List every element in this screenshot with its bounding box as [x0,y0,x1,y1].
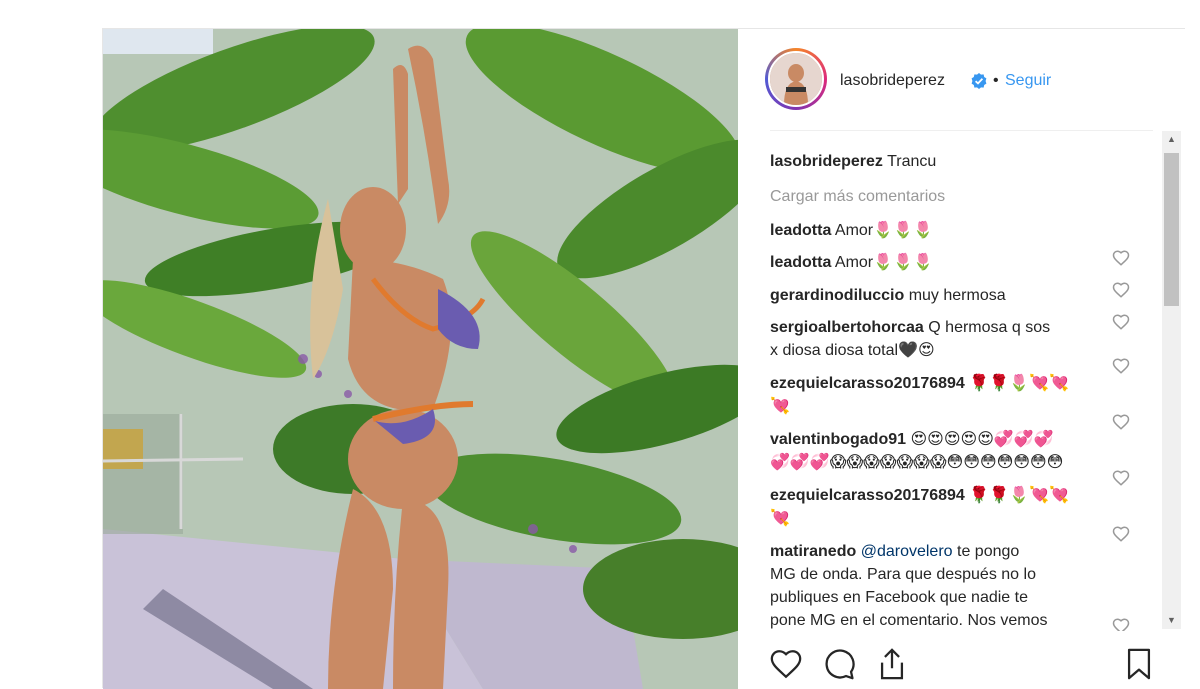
comment-text: 😍😍😍😍😍💞💞💞 [910,431,1054,448]
comment-username[interactable]: gerardinodiluccio [770,287,904,304]
comment-text-line: 💞💞💞😱😱😱😱😱😱😱😳😳😳😳😳😳😳 [770,454,1064,471]
post-author-username[interactable]: lasobrideperez [840,72,945,90]
comment-text: 🌹🌹🌷💘💘 [969,487,1069,504]
post-image [103,29,738,689]
comment-item: leadotta Amor🌷🌷🌷 [770,251,1115,274]
comment-icon[interactable] [822,647,856,681]
verified-badge-icon [971,73,987,89]
post-photo[interactable] [103,29,738,689]
scrollbar-thumb[interactable] [1164,153,1179,306]
comment-text: Q hermosa q sos [928,319,1051,336]
scroll-down-arrow-icon[interactable]: ▼ [1162,612,1181,629]
bookmark-icon[interactable] [1122,647,1156,681]
comment-mention[interactable]: @darovelero [861,543,953,560]
comment-username[interactable]: valentinbogado91 [770,431,906,448]
comment-text-line: MG de onda. Para que después no lo [770,566,1036,583]
comment-text: muy hermosa [908,287,1006,304]
load-more-comments-button[interactable]: Cargar más comentarios [770,188,945,206]
comment-item: matiranedo @darovelero te pongo MG de on… [770,540,1115,631]
comment-username[interactable]: sergioalbertohorcaa [770,319,924,336]
comment-text: te pongo [957,543,1020,560]
avatar-image [770,53,822,105]
caption-text: Trancu [887,153,937,170]
comment-text-line: 💘 [770,398,790,415]
comment-text-line: x diosa diosa total🖤😍 [770,342,935,359]
like-icon[interactable] [769,647,803,681]
comment-text-line: 💘 [770,510,790,527]
comment-username[interactable]: matiranedo [770,543,856,560]
heart-icon[interactable] [1112,617,1130,631]
comment-username[interactable]: ezequielcarasso20176894 [770,487,965,504]
story-ring[interactable] [765,48,827,110]
comment-text: Amor🌷🌷🌷 [834,222,933,239]
comment-text: 🌹🌹🌷💘💘 [969,375,1069,392]
comment-item: ezequielcarasso20176894 🌹🌹🌷💘💘 💘 [770,372,1115,418]
separator-dot: • [993,72,999,89]
comment-username[interactable]: leadotta [770,222,831,239]
post-sidebar: lasobrideperez • Seguir lasobrideperez T… [738,29,1186,689]
share-icon[interactable] [875,647,909,681]
post-header: lasobrideperez • Seguir [738,29,1186,129]
caption-username[interactable]: lasobrideperez [770,153,883,170]
caption: lasobrideperez Trancu [770,150,1115,173]
comment-item: leadotta Amor🌷🌷🌷 [770,219,1115,242]
comment-text: Amor🌷🌷🌷 [834,254,933,271]
comments-list: lasobrideperez Trancu Cargar más comenta… [770,131,1153,631]
comment-username[interactable]: leadotta [770,254,831,271]
comment-item: gerardinodiluccio muy hermosa [770,284,1115,307]
comment-text-line: publiques en Facebook que nadie te [770,589,1028,606]
comment-item: valentinbogado91 😍😍😍😍😍💞💞💞 💞💞💞😱😱😱😱😱😱😱😳😳😳😳… [770,428,1115,474]
comment-username[interactable]: ezequielcarasso20176894 [770,375,965,392]
comments-scrollbar[interactable]: ▲ ▼ [1162,131,1181,629]
instagram-post: lasobrideperez • Seguir lasobrideperez T… [102,28,1186,689]
comment-item: ezequielcarasso20176894 🌹🌹🌷💘💘 💘 [770,484,1115,530]
follow-button[interactable]: Seguir [1005,72,1051,90]
scroll-up-arrow-icon[interactable]: ▲ [1162,131,1181,148]
avatar[interactable] [768,51,824,107]
action-bar [738,641,1186,689]
comment-item: sergioalbertohorcaa Q hermosa q sos x di… [770,316,1115,362]
comment-text-line: pone MG en el comentario. Nos vemos [770,612,1048,629]
